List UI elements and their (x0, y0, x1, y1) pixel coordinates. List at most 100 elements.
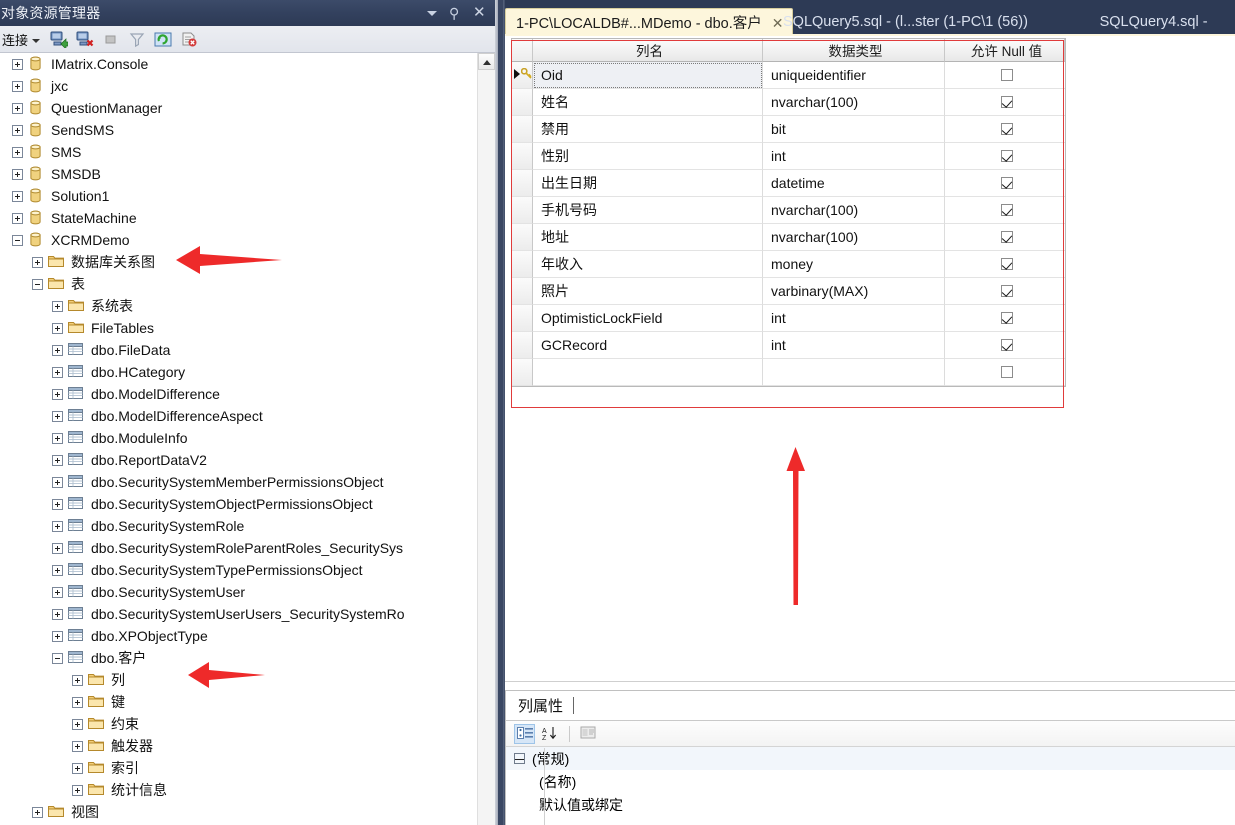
tree-item[interactable]: dbo.ModelDifference (0, 383, 477, 405)
tree-item[interactable]: IMatrix.Console (0, 53, 477, 75)
collapse-minus-icon[interactable] (32, 278, 43, 290)
cell-column-name[interactable]: 年收入 (533, 251, 763, 278)
expand-plus-icon[interactable] (12, 124, 23, 136)
close-icon[interactable]: ✕ (473, 5, 487, 21)
row-selector[interactable] (512, 197, 533, 224)
grid-row[interactable]: 姓名 nvarchar(100) (512, 89, 1065, 116)
grid-row[interactable]: 照片 varbinary(MAX) (512, 278, 1065, 305)
row-selector[interactable] (512, 143, 533, 170)
cell-data-type[interactable]: money (763, 251, 945, 278)
tree-item[interactable]: 列 (0, 669, 477, 691)
cell-allow-null[interactable] (945, 278, 1065, 305)
property-row[interactable]: 默认值或绑定 (506, 793, 1235, 816)
expand-plus-icon[interactable] (72, 740, 83, 752)
connect-button[interactable]: 连接 (0, 28, 46, 51)
tree-item[interactable]: dbo.SecuritySystemMemberPermissionsObjec… (0, 471, 477, 493)
pin-icon[interactable]: ⚲ (449, 5, 463, 21)
cell-data-type[interactable]: datetime (763, 170, 945, 197)
expand-plus-icon[interactable] (32, 806, 43, 818)
tree-item[interactable]: 数据库关系图 (0, 251, 477, 273)
tree-item[interactable]: dbo.ModuleInfo (0, 427, 477, 449)
cell-allow-null[interactable] (945, 197, 1065, 224)
expand-plus-icon[interactable] (52, 410, 63, 422)
expand-plus-icon[interactable] (52, 608, 63, 620)
tab-column-properties[interactable]: 列属性 (506, 695, 573, 716)
grid-row[interactable]: OptimisticLockField int (512, 305, 1065, 332)
tree-item[interactable]: 索引 (0, 757, 477, 779)
disconnect-icon[interactable] (74, 29, 96, 50)
allow-null-checkbox[interactable] (1001, 258, 1013, 270)
grid-row[interactable]: Oid uniqueidentifier (512, 62, 1065, 89)
expand-plus-icon[interactable] (12, 80, 23, 92)
expand-plus-icon[interactable] (52, 520, 63, 532)
allow-null-checkbox[interactable] (1001, 285, 1013, 297)
tree-item[interactable]: 系统表 (0, 295, 477, 317)
cell-allow-null[interactable] (945, 305, 1065, 332)
cell-data-type[interactable]: varbinary(MAX) (763, 278, 945, 305)
cell-allow-null[interactable] (945, 89, 1065, 116)
tree-item[interactable]: dbo.FileData (0, 339, 477, 361)
cell-allow-null[interactable] (945, 170, 1065, 197)
expand-plus-icon[interactable] (12, 146, 23, 158)
tree-item[interactable]: dbo.SecuritySystemRole (0, 515, 477, 537)
expand-plus-icon[interactable] (52, 476, 63, 488)
cell-column-name[interactable]: 禁用 (533, 116, 763, 143)
properties-list[interactable]: (常规) (名称) 默认值或绑定 (506, 747, 1235, 816)
row-selector[interactable] (512, 332, 533, 359)
expand-plus-icon[interactable] (52, 630, 63, 642)
expand-plus-icon[interactable] (52, 322, 63, 334)
expand-plus-icon[interactable] (72, 784, 83, 796)
refresh-icon[interactable] (152, 29, 174, 50)
allow-null-checkbox[interactable] (1001, 339, 1013, 351)
document-tab[interactable]: 1-PC\LOCALDB#...MDemo - dbo.客户 ✕ (505, 8, 793, 36)
row-selector[interactable] (512, 62, 533, 89)
tree-item[interactable]: 约束 (0, 713, 477, 735)
cell-data-type[interactable] (763, 359, 945, 386)
cell-column-name[interactable] (533, 359, 763, 386)
tree-item[interactable]: dbo.HCategory (0, 361, 477, 383)
allow-null-checkbox[interactable] (1001, 204, 1013, 216)
property-row[interactable]: (名称) (506, 770, 1235, 793)
row-selector[interactable] (512, 251, 533, 278)
vertical-splitter[interactable] (495, 0, 505, 825)
column-header-datatype[interactable]: 数据类型 (763, 39, 945, 62)
chevron-down-icon[interactable] (425, 5, 439, 21)
cell-column-name[interactable]: 地址 (533, 224, 763, 251)
cell-column-name[interactable]: 照片 (533, 278, 763, 305)
expand-plus-icon[interactable] (52, 388, 63, 400)
cell-column-name[interactable]: 姓名 (533, 89, 763, 116)
cell-column-name[interactable]: 手机号码 (533, 197, 763, 224)
expand-plus-icon[interactable] (52, 344, 63, 356)
expand-plus-icon[interactable] (72, 762, 83, 774)
tree-item[interactable]: dbo.ReportDataV2 (0, 449, 477, 471)
cell-allow-null[interactable] (945, 332, 1065, 359)
tree-item[interactable]: 视图 (0, 801, 477, 823)
expand-plus-icon[interactable] (52, 586, 63, 598)
expand-plus-icon[interactable] (52, 300, 63, 312)
grid-row[interactable]: 地址 nvarchar(100) (512, 224, 1065, 251)
allow-null-checkbox[interactable] (1001, 123, 1013, 135)
document-tab[interactable]: SQLQuery5.sql - (l...ster (1-PC\1 (56)) (773, 8, 1036, 36)
categorized-icon[interactable] (514, 723, 535, 744)
tree-item[interactable]: FileTables (0, 317, 477, 339)
grid-row[interactable]: 出生日期 datetime (512, 170, 1065, 197)
column-header-name[interactable]: 列名 (533, 39, 763, 62)
expand-plus-icon[interactable] (32, 256, 43, 268)
tree-item[interactable]: SMS (0, 141, 477, 163)
tree-item[interactable]: jxc (0, 75, 477, 97)
cell-column-name[interactable]: 出生日期 (533, 170, 763, 197)
expand-plus-icon[interactable] (52, 498, 63, 510)
tree-item[interactable]: SMSDB (0, 163, 477, 185)
cell-data-type[interactable]: nvarchar(100) (763, 89, 945, 116)
cell-data-type[interactable]: int (763, 305, 945, 332)
horizontal-splitter[interactable] (505, 681, 1235, 690)
cell-data-type[interactable]: bit (763, 116, 945, 143)
row-selector[interactable] (512, 224, 533, 251)
tree-item[interactable]: dbo.SecuritySystemUser (0, 581, 477, 603)
cell-allow-null[interactable] (945, 224, 1065, 251)
expand-plus-icon[interactable] (52, 542, 63, 554)
tree-item[interactable]: dbo.SecuritySystemUserUsers_SecuritySyst… (0, 603, 477, 625)
tree-item[interactable]: QuestionManager (0, 97, 477, 119)
property-group-row[interactable]: (常规) (506, 747, 1235, 770)
tree-item[interactable]: SendSMS (0, 119, 477, 141)
